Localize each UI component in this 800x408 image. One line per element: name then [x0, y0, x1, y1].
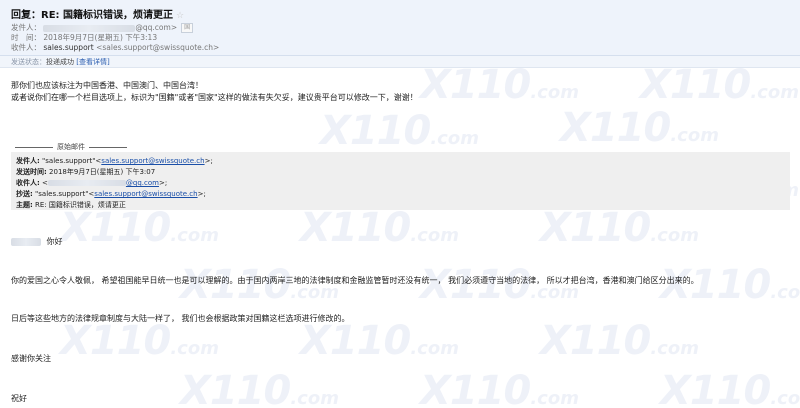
greeting-row: 你好	[11, 236, 63, 247]
watermark: X110.com	[300, 318, 459, 364]
mail-header: 回复：RE: 国籍标识错误，烦请更正 ☆ 发件人： @qq.com> 国 时 间： …	[0, 0, 800, 56]
send-status-bar: 发送状态：投递成功 [查看详情]	[0, 56, 800, 68]
redacted-name	[11, 237, 41, 246]
watermark: X110.com	[560, 105, 719, 151]
closing-text: 祝好	[11, 394, 27, 403]
to-label: 收件人：	[11, 43, 41, 52]
watermark: X110.com	[540, 318, 699, 364]
separator-rule-right	[89, 146, 127, 148]
mail-subject: 回复：RE: 国籍标识错误，烦请更正 ☆	[11, 6, 184, 21]
watermark: X110.com	[540, 205, 699, 251]
watermark: X110.com	[420, 62, 579, 108]
quoted-sent: 发送时间: 2018年9月7日(星期五) 下午3:07	[16, 167, 155, 177]
redacted-sender	[43, 24, 136, 32]
from-domain: @qq.com>	[135, 23, 178, 32]
time-value: 2018年9月7日(星期五) 下午3:13	[43, 33, 158, 42]
reply-line-2: 或者说你们在哪一个栏目选项上，标识为"国籍"或者"国家"这样的做法有失欠妥，建议…	[11, 93, 418, 102]
watermark: X110.com	[420, 368, 579, 408]
to-email: <sales.support@swissquote.ch>	[96, 43, 220, 52]
body-paragraph-1: 你的爱国之心令人敬佩， 希望祖国能早日统一也是可以理解的。由于国内两岸三地的法律…	[11, 276, 699, 285]
greeting-text: 你好	[46, 237, 63, 246]
original-mail-separator: 原始邮件	[11, 142, 131, 152]
status-label: 发送状态：	[11, 58, 46, 66]
quoted-to: 收件人: < @qq.com>;	[16, 179, 168, 187]
watermark: X110.com	[660, 368, 800, 408]
subject-text: 回复：RE: 国籍标识错误，烦请更正	[11, 10, 174, 21]
to-name[interactable]: sales.support	[43, 43, 93, 52]
watermark: X110.com	[300, 205, 459, 251]
watermark: X110.com	[640, 62, 799, 108]
view-details-link[interactable]: [查看详情]	[76, 58, 109, 66]
quoted-header: 发件人: "sales.support"<sales.support@swiss…	[11, 152, 790, 210]
quoted-cc-name: "sales.support"	[35, 190, 89, 198]
watermark: X110.com	[60, 318, 219, 364]
quoted-sent-value: 2018年9月7日(星期五) 下午3:07	[49, 168, 156, 176]
quoted-from-name: "sales.support"	[42, 157, 96, 165]
quoted-cc: 抄送: "sales.support"<sales.support@swissq…	[16, 190, 206, 198]
from-contact-button[interactable]: 国	[181, 23, 194, 33]
quoted-subject: 主题: RE: 国籍标识错误，烦请更正	[16, 200, 126, 210]
redacted-recipient	[47, 180, 126, 186]
quoted-subject-label: 主题:	[16, 201, 33, 209]
send-status: 发送状态：投递成功 [查看详情]	[11, 57, 110, 67]
quoted-subject-value: RE: 国籍标识错误，烦请更正	[35, 201, 126, 209]
quoted-to-label: 收件人:	[16, 179, 40, 187]
watermark: X110.com	[180, 368, 339, 408]
thanks-text: 感谢你关注	[11, 354, 51, 363]
reply-line-1: 那你们也应该标注为中国香港、中国澳门、中国台湾！	[11, 81, 203, 90]
quoted-cc-label: 抄送:	[16, 190, 33, 198]
quoted-from: 发件人: "sales.support"<sales.support@swiss…	[16, 157, 213, 165]
separator-rule-left	[15, 146, 53, 148]
to-row: 收件人： sales.support <sales.support@swissq…	[11, 42, 219, 53]
body-paragraph-2: 日后等这些地方的法律规章制度与大陆一样了， 我们也会根据政策对国籍这栏选项进行修…	[11, 314, 350, 323]
quoted-cc-email-link[interactable]: sales.support@swissquote.ch	[94, 190, 197, 198]
original-mail-title: 原始邮件	[57, 143, 85, 151]
quoted-sent-label: 发送时间:	[16, 168, 47, 176]
quoted-from-label: 发件人:	[16, 157, 40, 165]
star-icon[interactable]: ☆	[176, 11, 184, 21]
watermark: X110.com	[320, 108, 479, 154]
status-value: 投递成功	[46, 58, 74, 66]
quoted-from-email-link[interactable]: sales.support@swissquote.ch	[101, 157, 204, 165]
watermark: X110.com	[60, 205, 219, 251]
quoted-to-email-link[interactable]: @qq.com	[126, 179, 159, 187]
